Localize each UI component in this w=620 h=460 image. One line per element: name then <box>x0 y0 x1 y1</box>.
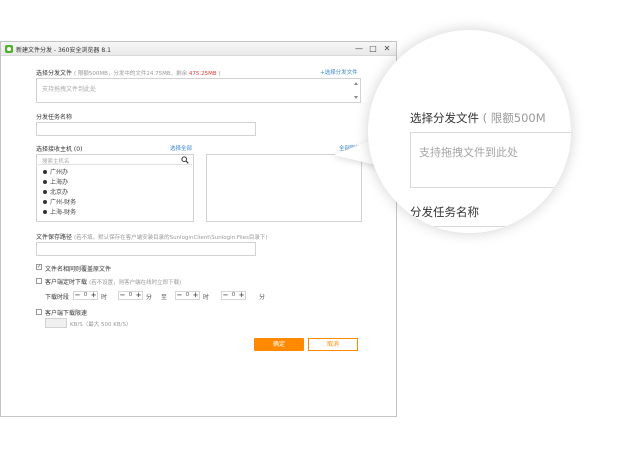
schedule-row: 客户端定时下载 (若不设置，则客户端在线时立即下载) <box>45 277 181 286</box>
plus-icon[interactable]: + <box>238 292 245 299</box>
magnifier-lens: 选择分发文件 ( 限额500M 支持拖拽文件到此处 分发任务名称 <box>368 30 571 233</box>
save-path-row: 文件保存路径 (若不填，默认保存在客户端安装目录的SunloginClient\… <box>36 232 268 241</box>
bullet-icon <box>43 180 47 184</box>
save-path-input[interactable] <box>36 242 256 256</box>
search-icon[interactable] <box>181 156 189 164</box>
quota-hint-suffix: ) <box>216 71 221 77</box>
plus-icon[interactable]: + <box>192 292 199 299</box>
bullet-icon <box>43 190 47 194</box>
to-minute-stepper[interactable]: − 0 + <box>221 291 246 300</box>
select-all-link[interactable]: 选择全部 <box>170 144 192 152</box>
from-hour-stepper[interactable]: − 0 + <box>73 291 98 300</box>
checkmark-icon: ✓ <box>37 264 42 270</box>
host-item[interactable]: 北京办 <box>43 187 68 196</box>
host-item[interactable]: 广州-财务 <box>43 197 76 206</box>
host-search-placeholder: 搜索主机名 <box>42 159 70 165</box>
bullet-icon <box>43 200 47 204</box>
host-item[interactable]: 上海办 <box>43 177 68 186</box>
minute-unit: 分 <box>146 294 153 301</box>
host-search-input[interactable]: 搜索主机名 <box>38 156 192 165</box>
hour-unit: 时 <box>203 294 210 301</box>
window-title: 新建文件分发 - 360安全浏览器 8.1 <box>16 47 111 54</box>
plus-icon[interactable]: + <box>90 292 97 299</box>
mag-file-label: 选择分发文件 <box>410 111 479 125</box>
host-item[interactable]: 上海-财务 <box>43 207 76 216</box>
minus-icon[interactable]: − <box>222 292 229 299</box>
bullet-icon <box>43 170 47 174</box>
schedule-label: 客户端定时下载 <box>45 279 88 286</box>
host-list: 搜索主机名 广州办 上海办 北京办 广州-财务 上海-财务 <box>36 154 194 222</box>
speed-limit-checkbox[interactable] <box>36 309 42 315</box>
drop-placeholder: 支持拖拽文件到此处 <box>42 86 97 93</box>
minute-unit: 分 <box>259 294 266 301</box>
bullet-icon <box>43 210 47 214</box>
schedule-hint: (若不设置，则客户端在线时立即下载) <box>88 280 182 286</box>
confirm-button[interactable]: 确定 <box>254 338 304 351</box>
speed-limit-unit: KB/S（最大 500 KB/S） <box>70 322 132 328</box>
file-select-label: 选择分发文件 <box>36 70 73 77</box>
browser-logo-icon <box>5 45 13 53</box>
minus-icon[interactable]: − <box>74 292 81 299</box>
save-path-label: 文件保存路径 <box>36 234 73 241</box>
save-path-hint: (若不填，默认保存在客户端安装目录的SunloginClient\Sunlogi… <box>73 235 268 241</box>
host-item[interactable]: 广州办 <box>43 167 68 176</box>
speed-limit-label: 客户端下载限速 <box>45 310 88 317</box>
hosts-label: 选择接收主机 (0) <box>36 146 83 153</box>
overwrite-checkbox[interactable]: ✓ <box>36 264 42 270</box>
minus-icon[interactable]: − <box>119 292 126 299</box>
mag-task-input <box>410 226 571 233</box>
task-name-label: 分发任务名称 <box>36 114 73 121</box>
task-name-input[interactable] <box>36 122 256 136</box>
file-select-row: 选择分发文件 ( 限额500MB，分发中的文件24.75MB，剩余 475.25… <box>36 68 221 77</box>
speed-limit-input[interactable] <box>45 318 67 328</box>
to-label: 至 <box>161 294 168 301</box>
plus-icon[interactable]: + <box>135 292 142 299</box>
overwrite-label: 文件名相同则覆盖原文件 <box>45 266 112 273</box>
mag-task-label: 分发任务名称 <box>410 205 479 219</box>
hour-unit: 时 <box>101 294 108 301</box>
mag-file-row: 选择分发文件 ( 限额500M <box>410 110 546 126</box>
to-hour-stepper[interactable]: − 0 + <box>175 291 200 300</box>
file-drop-zone[interactable]: 支持拖拽文件到此处 <box>36 78 361 103</box>
minus-icon[interactable]: − <box>176 292 183 299</box>
quota-hint-prefix: ( 限额500MB，分发中的文件24.75MB，剩余 <box>73 71 189 77</box>
period-label: 下载时段 <box>45 294 70 301</box>
mag-file-hint: ( 限额500M <box>482 111 546 125</box>
cancel-button[interactable]: 取消 <box>308 338 358 351</box>
mag-drop-zone: 支持拖拽文件到此处 <box>410 132 571 188</box>
remaining-quota: 475.25MB <box>188 71 217 77</box>
magnifier-callout: 选择分发文件 ( 限额500M 支持拖拽文件到此处 分发任务名称 <box>330 15 590 275</box>
mag-drop-placeholder: 支持拖拽文件到此处 <box>419 146 518 159</box>
from-minute-stepper[interactable]: − 0 + <box>118 291 143 300</box>
schedule-checkbox[interactable] <box>36 278 42 284</box>
